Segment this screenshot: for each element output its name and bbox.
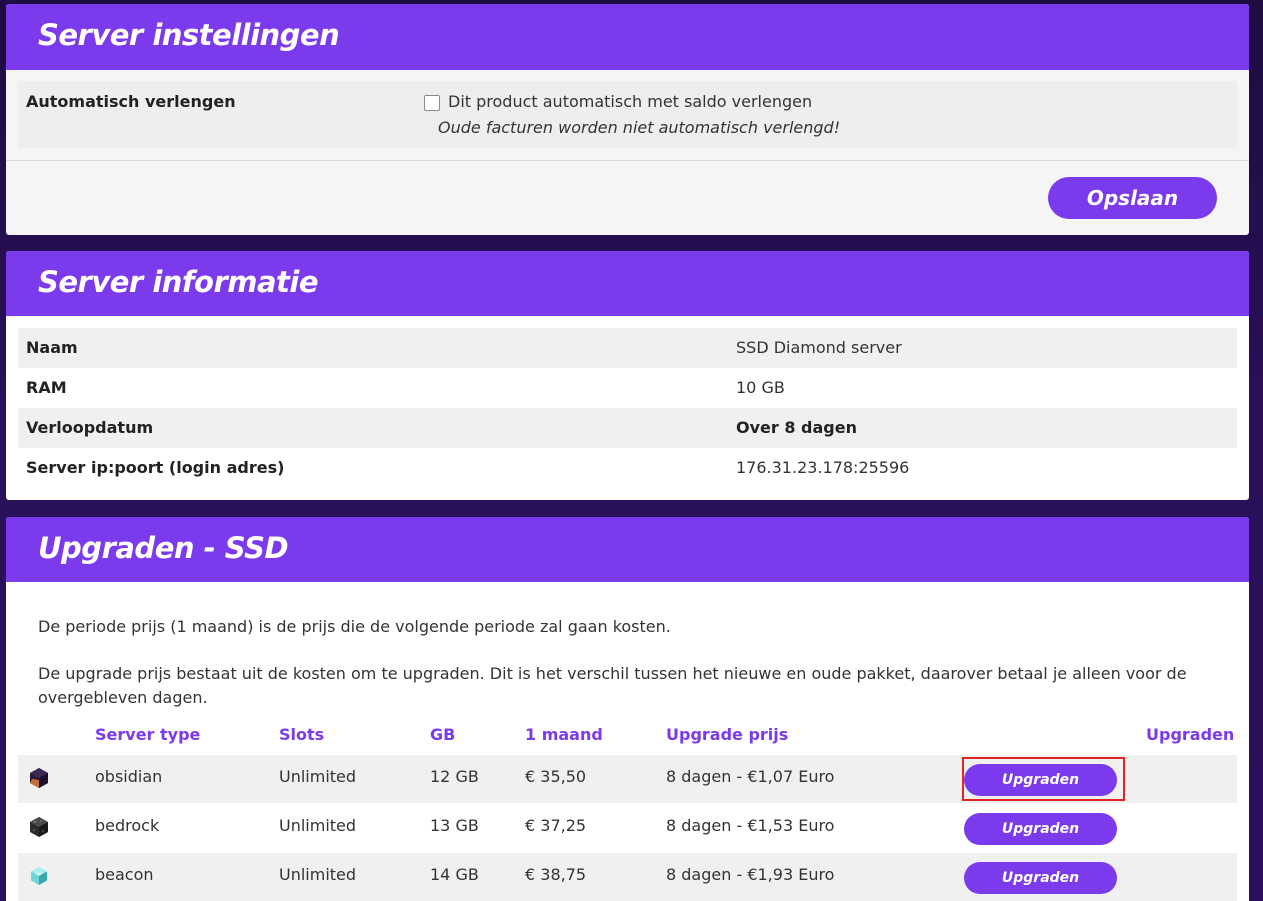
info-table: Naam SSD Diamond server RAM 10 GB Verloo… [18,328,1237,488]
gb: 12 GB [430,767,479,786]
upgrade-info-period: De periode prijs (1 maand) is de prijs d… [38,617,671,636]
bedrock-icon [30,817,48,837]
auto-renew-checkbox-label[interactable]: Dit product automatisch met saldo verlen… [448,92,812,111]
save-button[interactable]: Opslaan [1048,177,1217,219]
col-upgrade-price: Upgrade prijs [666,725,789,744]
col-slots: Slots [279,725,325,744]
info-row-ip: Server ip:poort (login adres) 176.31.23.… [18,448,1237,488]
upgrade-panel: Upgraden - SSD De periode prijs (1 maand… [6,517,1249,901]
info-label: Naam [26,338,78,357]
table-row: bedrock Unlimited 13 GB € 37,25 8 dagen … [18,804,1237,852]
info-panel: Server informatie Naam SSD Diamond serve… [6,251,1249,500]
month-price: € 35,50 [525,767,587,786]
auto-renew-row: Automatisch verlengen Dit product automa… [18,81,1237,148]
info-row-ram: RAM 10 GB [18,368,1237,408]
upgrade-button[interactable]: Upgraden [964,862,1117,894]
server-type: bedrock [95,816,160,835]
upgrade-info-price: De upgrade prijs bestaat uit de kosten o… [38,664,1187,707]
auto-renew-note: Oude facturen worden niet automatisch ve… [438,118,841,137]
upgrade-price: 8 dagen - €1,93 Euro [666,865,835,884]
upgrade-price: 8 dagen - €1,07 Euro [666,767,835,786]
beacon-icon [31,867,47,885]
info-value: SSD Diamond server [736,338,902,357]
info-row-name: Naam SSD Diamond server [18,328,1237,368]
settings-panel: Server instellingen Automatisch verlenge… [6,4,1249,235]
upgrade-button[interactable]: Upgraden [964,813,1117,845]
info-label: RAM [26,378,67,397]
info-value: 10 GB [736,378,785,397]
col-month: 1 maand [525,725,603,744]
slots: Unlimited [279,816,357,835]
info-row-expiry: Verloopdatum Over 8 dagen [18,408,1237,448]
col-upgrade: Upgraden [1146,725,1235,744]
divider [6,160,1249,161]
upgrade-title: Upgraden - SSD [38,531,289,565]
col-server-type: Server type [95,725,201,744]
upgrade-header: Upgraden - SSD [6,517,1249,582]
table-row: obsidian Unlimited 12 GB € 35,50 8 dagen… [18,755,1237,803]
info-header: Server informatie [6,251,1249,316]
gb: 14 GB [430,865,479,884]
upgrade-button[interactable]: Upgraden [964,764,1117,796]
col-gb: GB [430,725,456,744]
info-value: 176.31.23.178:25596 [736,458,910,477]
info-value: Over 8 dagen [736,418,857,437]
info-title: Server informatie [38,265,319,299]
auto-renew-checkbox[interactable] [424,95,440,111]
server-type: obsidian [95,767,163,786]
slots: Unlimited [279,865,357,884]
server-type: beacon [95,865,154,884]
gb: 13 GB [430,816,479,835]
info-label: Verloopdatum [26,418,154,437]
table-row: beacon Unlimited 14 GB € 38,75 8 dagen -… [18,853,1237,901]
obsidian-icon [30,768,48,788]
month-price: € 38,75 [525,865,587,884]
auto-renew-label: Automatisch verlengen [26,92,236,111]
settings-title: Server instellingen [38,18,340,52]
upgrade-price: 8 dagen - €1,53 Euro [666,816,835,835]
month-price: € 37,25 [525,816,587,835]
slots: Unlimited [279,767,357,786]
settings-header: Server instellingen [6,4,1249,70]
info-label: Server ip:poort (login adres) [26,458,285,477]
